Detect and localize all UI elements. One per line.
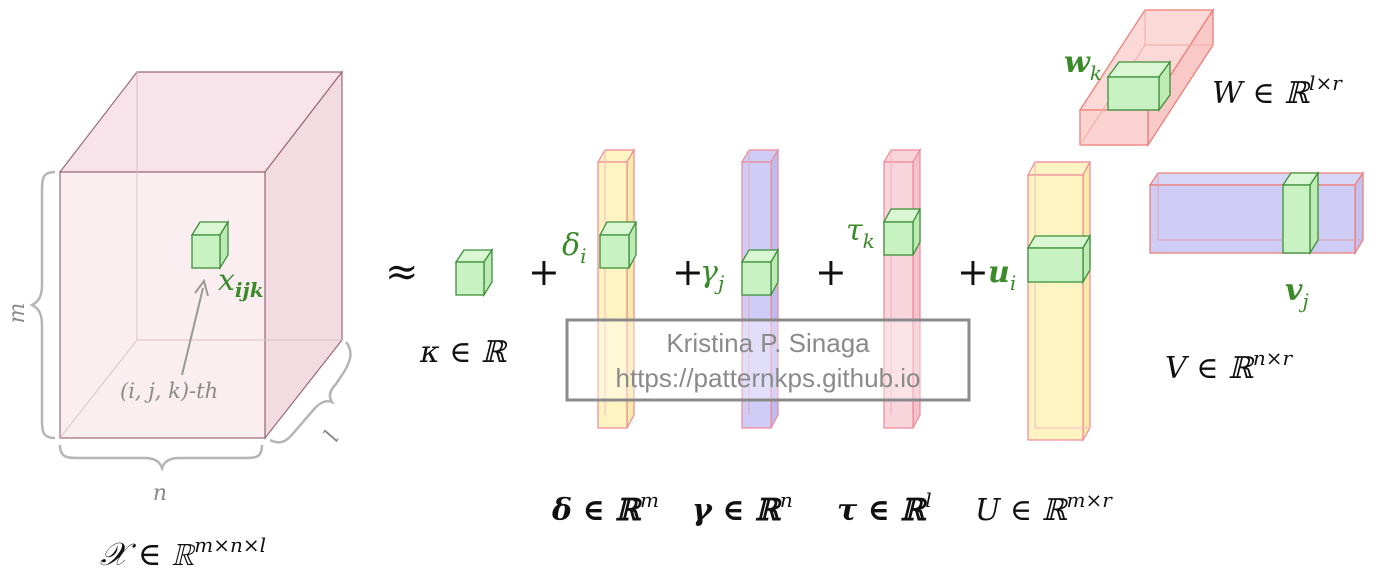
delta-element-label: δi [562,228,586,268]
watermark-name: Kristina P. Sinaga [666,328,870,358]
delta-domain-label: δ ∈ ℝm [551,488,659,528]
diagram-canvas: m n l xijk (i, j, k)-th 𝒳 ∈ ℝm×n×l ≈ κ ∈… [5,7,1365,573]
V-element-label: vj [1285,273,1309,313]
approx-symbol: ≈ [385,249,419,295]
gamma-element-label: γj [700,255,724,295]
brace-m [29,170,56,440]
index-label: (i, j, k)-th [120,379,218,403]
dim-l-label: l [320,427,345,446]
U-element-label: ui [988,255,1016,295]
brace-n [58,444,264,472]
plus-3: + [815,250,847,294]
watermark-url: https://patternkps.github.io [616,363,921,393]
W-domain-label: W ∈ ℝl×r [1212,71,1343,111]
U-matrix [1026,161,1092,443]
U-domain-label: U ∈ ℝm×r [975,488,1113,528]
V-domain-label: V ∈ ℝn×r [1165,346,1294,386]
V-matrix [1148,170,1365,256]
tau-element-label: τk [846,213,875,253]
watermark: Kristina P. Sinaga https://patternkps.gi… [565,318,971,402]
plus-4: + [957,250,989,294]
kappa-cube [454,247,494,298]
gamma-domain-label: γ ∈ ℝn [692,488,793,528]
dim-n-label: n [153,481,167,506]
dim-m-label: m [5,303,30,324]
element-cube [190,219,230,271]
tensor-domain-label: 𝒳 ∈ ℝm×n×l [100,533,266,573]
tau-domain-label: τ ∈ ℝl [837,488,932,528]
W-element-label: wk [1064,45,1102,85]
kappa-label: κ ∈ ℝ [419,335,508,370]
plus-1: + [528,250,560,294]
